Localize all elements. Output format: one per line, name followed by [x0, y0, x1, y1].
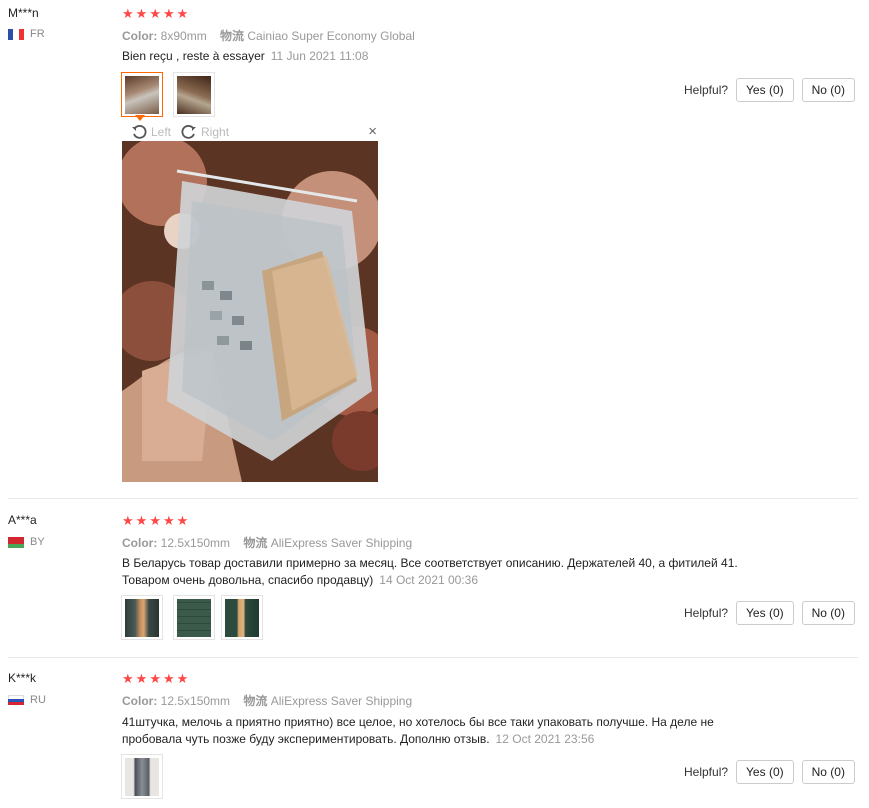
- color-value: 12.5x150mm: [160, 536, 231, 550]
- star-icon: ★: [176, 513, 189, 528]
- review-meta: Color: 12.5x150mm 物流 AliExpress Saver Sh…: [122, 692, 412, 709]
- star-icon: ★: [176, 6, 189, 21]
- reviewer-country: FR: [8, 28, 45, 40]
- review-date: 11 Jun 2021 11:08: [270, 49, 369, 63]
- review-body-line-2: Товаром очень довольна, спасибо продавцу…: [122, 573, 374, 587]
- color-value: 8x90mm: [160, 29, 207, 43]
- review-divider: [8, 657, 858, 658]
- helpful-no-button[interactable]: No (0): [801, 760, 855, 784]
- rotate-left-label[interactable]: Left: [151, 125, 171, 139]
- star-icon: ★: [135, 6, 148, 21]
- helpful-no-button[interactable]: No (0): [801, 78, 855, 102]
- logistics-label: 物流: [220, 29, 245, 43]
- logistics-value: AliExpress Saver Shipping: [270, 694, 413, 708]
- photo-viewer-image: [122, 141, 378, 482]
- color-label: Color:: [122, 694, 158, 708]
- rotate-left-icon[interactable]: [131, 124, 147, 140]
- helpful-no-button[interactable]: No (0): [801, 601, 855, 625]
- flag-by-icon: [8, 536, 24, 548]
- country-code: FR: [30, 28, 45, 40]
- helpful-section: Helpful? Yes (0) No (0): [684, 78, 855, 102]
- logistics-label: 物流: [243, 694, 268, 708]
- photo-image: [125, 75, 159, 114]
- reviewer-name: M***n: [8, 6, 39, 20]
- rating-stars: ★ ★ ★ ★ ★: [122, 7, 188, 20]
- review-photo-thumb[interactable]: [221, 595, 263, 640]
- logistics-value: Cainiao Super Economy Global: [247, 29, 415, 43]
- photo-image: [225, 598, 259, 637]
- review-divider: [8, 498, 858, 499]
- review-photo-large: [122, 141, 378, 482]
- reviewer-country: RU: [8, 694, 46, 706]
- color-value: 12.5x150mm: [160, 694, 231, 708]
- photo-image: [125, 598, 159, 637]
- review-meta: Color: 12.5x150mm 物流 AliExpress Saver Sh…: [122, 534, 412, 551]
- star-icon: ★: [162, 513, 175, 528]
- star-icon: ★: [149, 513, 161, 528]
- photo-image: [177, 75, 211, 114]
- helpful-label: Helpful?: [684, 765, 729, 779]
- star-icon: ★: [122, 671, 134, 686]
- star-icon: ★: [135, 671, 148, 686]
- photo-viewer-toolbar: Left Right ×: [131, 123, 377, 140]
- helpful-section: Helpful? Yes (0) No (0): [684, 760, 855, 784]
- review-body-line-1: 41штучка, мелочь а приятно приятно) все …: [122, 715, 714, 729]
- logistics-label: 物流: [243, 536, 268, 550]
- star-icon: ★: [122, 513, 134, 528]
- review-text: Bien reçu , reste à essayer 11 Jun 2021 1…: [122, 48, 368, 65]
- country-code: BY: [30, 536, 45, 548]
- rotate-right-label[interactable]: Right: [201, 125, 229, 139]
- flag-ru-icon: [8, 694, 24, 706]
- reviewer-country: BY: [8, 536, 45, 548]
- review-photo-thumb[interactable]: [121, 72, 163, 117]
- active-thumb-indicator: [135, 115, 145, 121]
- star-icon: ★: [162, 6, 175, 21]
- review-body-line-2: пробовала чуть позже буду экспериментиро…: [122, 732, 490, 746]
- star-icon: ★: [162, 671, 175, 686]
- photo-image: [125, 757, 159, 796]
- rotate-right-icon[interactable]: [181, 124, 197, 140]
- review-body: Bien reçu , reste à essayer: [122, 49, 265, 63]
- review-date: 12 Oct 2021 23:56: [495, 732, 595, 746]
- review-body-line-1: В Беларусь товар доставили примерно за м…: [122, 556, 738, 570]
- review-text: 41штучка, мелочь а приятно приятно) все …: [122, 714, 822, 748]
- review-meta: Color: 8x90mm 物流 Cainiao Super Economy G…: [122, 27, 415, 44]
- review-date: 14 Oct 2021 00:36: [379, 573, 479, 587]
- helpful-section: Helpful? Yes (0) No (0): [684, 601, 855, 625]
- helpful-yes-button[interactable]: Yes (0): [736, 601, 794, 625]
- reviewer-name: A***a: [8, 513, 37, 527]
- star-icon: ★: [149, 6, 161, 21]
- helpful-label: Helpful?: [684, 606, 729, 620]
- star-icon: ★: [149, 671, 161, 686]
- helpful-label: Helpful?: [684, 83, 729, 97]
- close-icon[interactable]: ×: [368, 123, 377, 140]
- logistics-value: AliExpress Saver Shipping: [270, 536, 413, 550]
- review-text: В Беларусь товар доставили примерно за м…: [122, 555, 822, 589]
- country-code: RU: [30, 694, 46, 706]
- review-photo-thumb[interactable]: [173, 72, 215, 117]
- review-photo-thumb[interactable]: [173, 595, 215, 640]
- star-icon: ★: [122, 6, 134, 21]
- review-photo-thumb[interactable]: [121, 754, 163, 799]
- rating-stars: ★ ★ ★ ★ ★: [122, 514, 188, 527]
- flag-fr-icon: [8, 28, 24, 40]
- star-icon: ★: [176, 671, 189, 686]
- reviewer-name: K***k: [8, 671, 37, 685]
- photo-image: [177, 598, 211, 637]
- star-icon: ★: [135, 513, 148, 528]
- review-photo-thumb[interactable]: [121, 595, 163, 640]
- rating-stars: ★ ★ ★ ★ ★: [122, 672, 188, 685]
- color-label: Color:: [122, 536, 158, 550]
- helpful-yes-button[interactable]: Yes (0): [736, 78, 794, 102]
- helpful-yes-button[interactable]: Yes (0): [736, 760, 794, 784]
- color-label: Color:: [122, 29, 158, 43]
